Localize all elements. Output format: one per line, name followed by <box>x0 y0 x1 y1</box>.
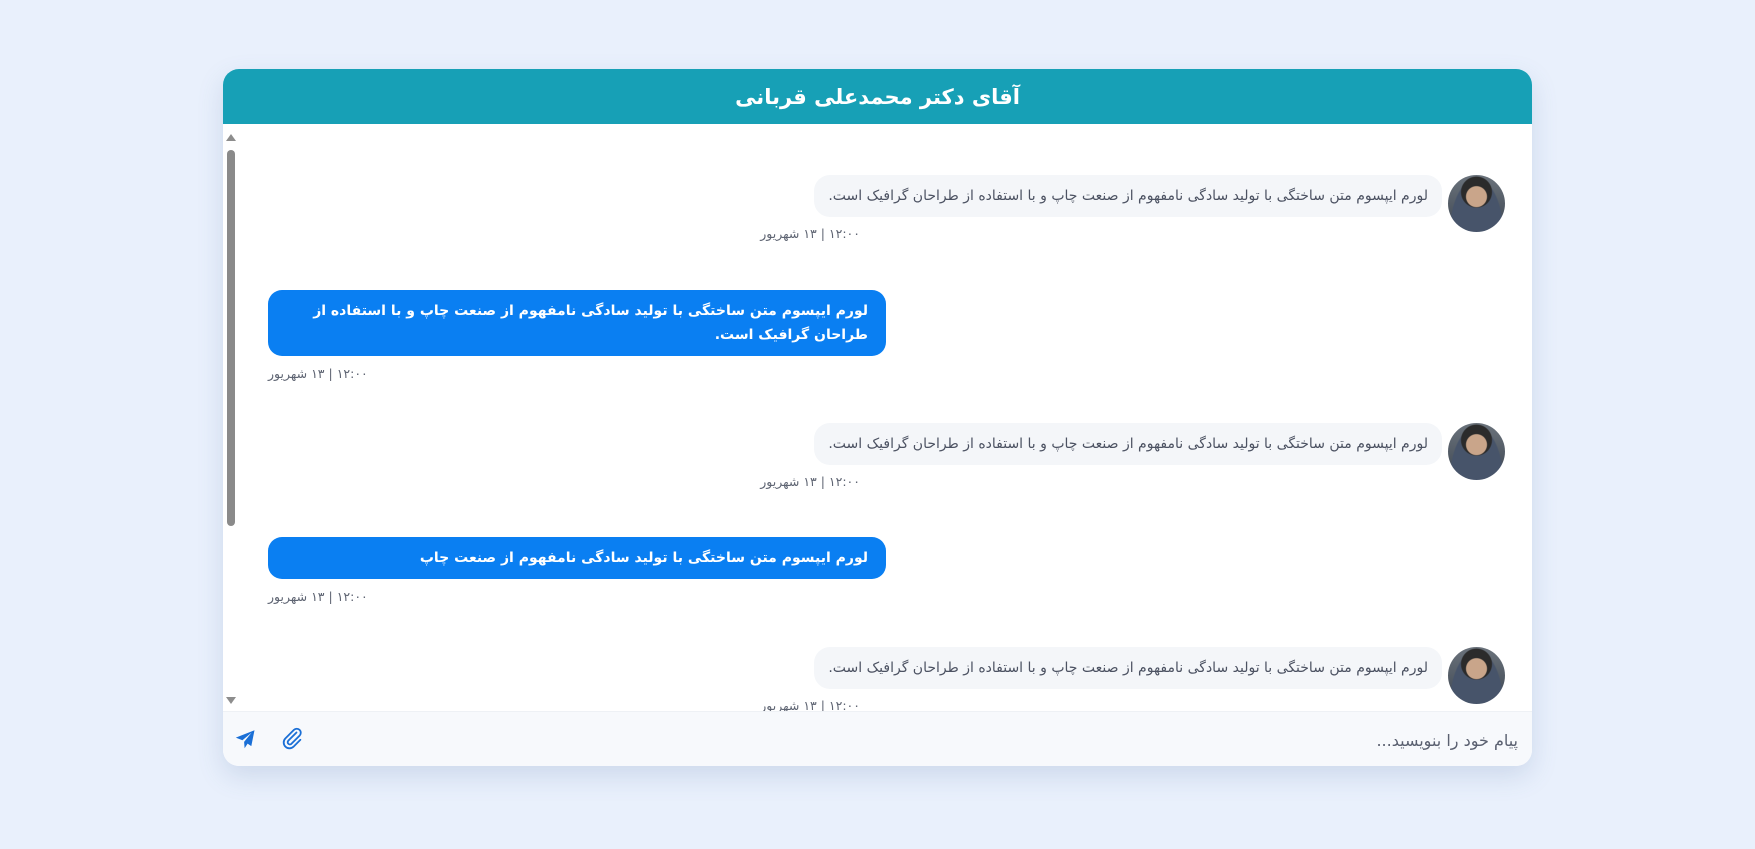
avatar <box>1448 175 1505 232</box>
message-bubble: لورم ایپسوم متن ساختگی با تولید سادگی نا… <box>814 175 1442 217</box>
outgoing-message: لورم ایپسوم متن ساختگی با تولید سادگی نا… <box>268 537 888 604</box>
message-time: ۱۲:۰۰ | ۱۳ شهریور <box>760 226 860 241</box>
message-bubble: لورم ایپسوم متن ساختگی با تولید سادگی نا… <box>814 423 1442 465</box>
message-composer <box>223 711 1532 766</box>
scroll-up-arrow-icon[interactable] <box>226 134 236 141</box>
outgoing-message: لورم ایپسوم متن ساختگی با تولید سادگی نا… <box>268 290 888 381</box>
scroll-down-arrow-icon[interactable] <box>226 697 236 704</box>
incoming-message: لورم ایپسوم متن ساختگی با تولید سادگی نا… <box>760 175 1532 255</box>
message-bubble: لورم ایپسوم متن ساختگی با تولید سادگی نا… <box>814 647 1442 689</box>
message-time: ۱۲:۰۰ | ۱۳ شهریور <box>268 589 368 604</box>
scrollbar-thumb[interactable] <box>227 150 235 526</box>
message-input[interactable] <box>343 720 1518 760</box>
message-time: ۱۲:۰۰ | ۱۳ شهریور <box>760 474 860 489</box>
message-bubble: لورم ایپسوم متن ساختگی با تولید سادگی نا… <box>268 537 886 579</box>
paperclip-icon[interactable] <box>280 726 304 750</box>
chat-window: آقای دکتر محمدعلی قربانی لورم ایپسوم متن… <box>223 69 1532 766</box>
message-time: ۱۲:۰۰ | ۱۳ شهریور <box>268 366 368 381</box>
chat-header: آقای دکتر محمدعلی قربانی <box>223 69 1532 124</box>
incoming-message: لورم ایپسوم متن ساختگی با تولید سادگی نا… <box>760 423 1532 503</box>
send-icon[interactable] <box>233 727 257 751</box>
message-list[interactable]: لورم ایپسوم متن ساختگی با تولید سادگی نا… <box>223 124 1532 766</box>
attach-button[interactable] <box>280 726 304 750</box>
avatar <box>1448 647 1505 704</box>
contact-name: آقای دکتر محمدعلی قربانی <box>735 84 1020 109</box>
message-bubble: لورم ایپسوم متن ساختگی با تولید سادگی نا… <box>268 290 886 356</box>
send-button[interactable] <box>233 727 257 751</box>
avatar <box>1448 423 1505 480</box>
scrollbar[interactable] <box>225 134 237 704</box>
